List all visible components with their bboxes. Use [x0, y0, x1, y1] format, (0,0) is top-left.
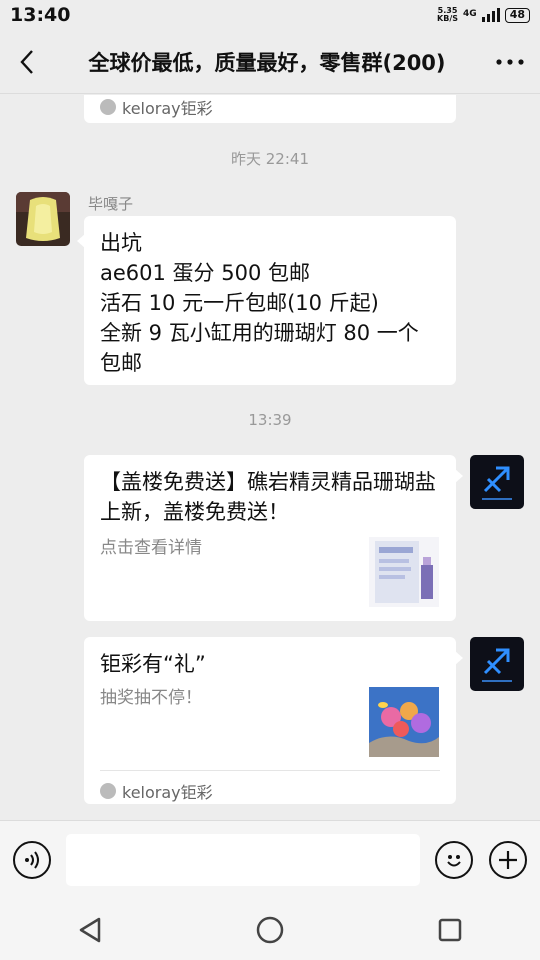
input-bar	[0, 820, 540, 900]
status-icons: 5.35 KB/S 4G 48	[437, 7, 530, 23]
bubble-tail	[455, 651, 463, 665]
status-bar: 13:40 5.35 KB/S 4G 48	[0, 0, 540, 30]
battery-level: 48	[509, 7, 525, 21]
jade-pendant-avatar-icon	[16, 192, 70, 246]
card-source-label: keloray钜彩	[122, 99, 213, 118]
coral-salt-thumbnail-icon	[369, 537, 439, 607]
chat-area[interactable]: keloray钜彩 昨天 22:41 毕嘎子 出坑 ae601 蛋分 500 包…	[0, 95, 540, 820]
net-speed: 5.35 KB/S	[437, 7, 458, 23]
link-thumbnail	[369, 687, 439, 757]
card-source: keloray钜彩	[100, 779, 213, 803]
source-logo-icon	[100, 99, 116, 115]
back-arrow-icon	[20, 49, 33, 74]
link-card[interactable]: 【盖楼免费送】礁岩精灵精品珊瑚盐上新，盖楼免费送！ 点击查看详情	[84, 455, 463, 621]
link-title: 钜彩有“礼”	[100, 652, 206, 676]
link-description: 点击查看详情	[100, 538, 202, 558]
voice-icon	[25, 851, 39, 869]
bubble-tail	[77, 234, 85, 248]
signal-icon	[481, 8, 500, 22]
square-recents-icon	[438, 918, 462, 942]
link-title: 【盖楼免费送】礁岩精灵精品珊瑚盐上新，盖楼免费送！	[100, 470, 436, 524]
card-source: keloray钜彩	[100, 95, 213, 119]
voice-button[interactable]	[13, 841, 51, 879]
chat-title: 全球价最低，质量最好，零售群(200)	[88, 50, 446, 75]
message-text: 出坑 ae601 蛋分 500 包邮 活石 10 元一斤包邮(10 斤起) 全新…	[100, 231, 419, 375]
avatar[interactable]	[470, 637, 524, 691]
more-dots-icon	[496, 58, 524, 65]
net-speed-unit: KB/S	[437, 14, 459, 23]
coral-reef-thumbnail-icon	[369, 687, 439, 757]
sagittarius-logo-avatar-icon	[470, 455, 524, 509]
sender-name: 毕嘎子	[88, 195, 134, 213]
system-nav-bar	[0, 900, 540, 960]
message-input[interactable]	[66, 834, 420, 886]
network-type: 4G	[463, 9, 477, 19]
status-time: 13:40	[10, 4, 71, 26]
avatar[interactable]	[470, 455, 524, 509]
triangle-back-icon	[79, 917, 101, 943]
avatar[interactable]	[16, 192, 70, 246]
bubble-tail	[455, 469, 463, 483]
chat-header: 全球价最低，质量最好，零售群(200)	[0, 30, 540, 94]
link-card[interactable]: 钜彩有“礼” 抽奖抽不停！ keloray钜彩	[84, 637, 463, 804]
back-button[interactable]	[0, 30, 54, 94]
timestamp: 昨天 22:41	[231, 150, 309, 168]
card-divider	[100, 770, 440, 771]
more-button[interactable]	[480, 30, 540, 94]
timestamp: 13:39	[248, 411, 292, 429]
link-thumbnail	[369, 537, 439, 607]
plus-icon	[499, 851, 517, 869]
emoji-button[interactable]	[435, 841, 473, 879]
source-logo-icon	[100, 783, 116, 799]
nav-recents-button[interactable]	[430, 910, 470, 950]
emoji-icon	[447, 855, 461, 867]
message-bubble[interactable]: 出坑 ae601 蛋分 500 包邮 活石 10 元一斤包邮(10 斤起) 全新…	[77, 216, 456, 385]
sagittarius-logo-avatar-icon	[470, 637, 524, 691]
circle-home-icon	[256, 916, 284, 944]
card-source-label: keloray钜彩	[122, 783, 213, 802]
shared-card-top[interactable]: keloray钜彩	[84, 95, 456, 123]
battery-icon: 48	[504, 7, 530, 23]
more-functions-button[interactable]	[489, 841, 527, 879]
link-description: 抽奖抽不停！	[100, 688, 202, 708]
nav-back-button[interactable]	[70, 910, 110, 950]
nav-home-button[interactable]	[250, 910, 290, 950]
